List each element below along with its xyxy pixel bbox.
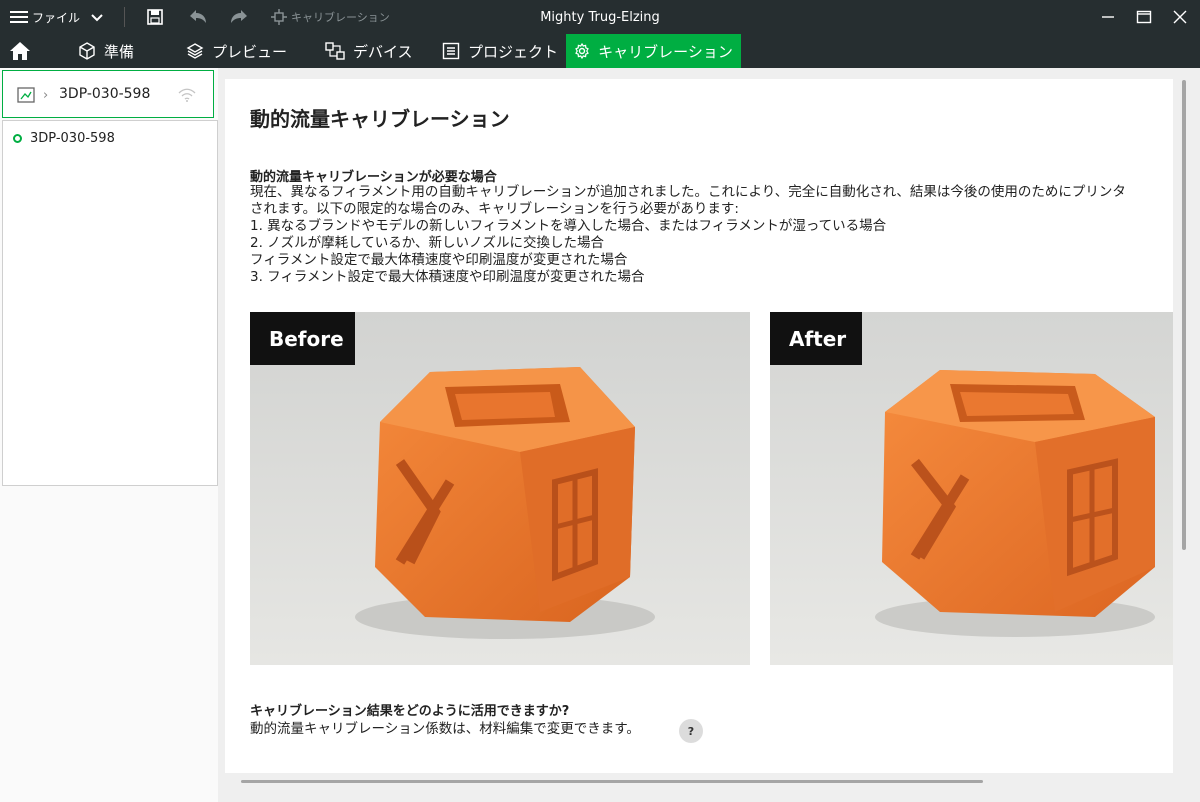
body-line: 現在、異なるフィラメント用の自動キャリブレーションが追加されました。これにより、… [250,184,1126,200]
list-item[interactable]: 3DP-030-598 [13,131,115,146]
home-icon[interactable] [8,34,32,68]
wifi-icon [178,88,196,102]
calibration-content: 動的流量キャリブレーション 動的流量キャリブレーションが必要な場合 現在、異なる… [225,79,1173,773]
after-image: After [770,312,1173,665]
body-line: 3. フィラメント設定で最大体積速度や印刷温度が変更された場合 [250,269,645,285]
toolbar-divider [124,7,125,27]
maximize-icon[interactable] [1134,0,1154,34]
tab-calibration[interactable]: キャリブレーション [566,34,741,68]
horizontal-scrollbar[interactable] [241,780,983,783]
body-line: 動的流量キャリブレーション係数は、材料編集で変更できます。 [250,721,640,737]
device-list-item-name: 3DP-030-598 [30,131,115,146]
file-menu-button[interactable]: ファイル [10,0,80,34]
tab-prepare[interactable]: 準備 [78,34,134,68]
printer-icon [17,87,35,103]
tab-project[interactable]: プロジェクト [442,34,558,68]
before-label: Before [250,312,355,365]
gear-icon [575,43,589,59]
hamburger-icon [10,10,28,24]
calibration-shortcut[interactable]: キャリブレーション [271,0,390,34]
vertical-scrollbar[interactable] [1182,80,1186,550]
project-icon [442,42,460,60]
minimize-icon[interactable] [1100,0,1116,34]
device-icon [325,42,345,60]
title-bar: ファイル キャリブレーション Mighty Trug-Elzing [0,0,1200,34]
cube-icon [79,42,95,60]
status-dot-icon [13,134,22,143]
section-title-usage: キャリブレーション結果をどのように活用できますか? [250,704,570,719]
tab-preview-label: プレビュー [212,42,288,61]
tab-device-label: デバイス [353,42,413,61]
chevron-down-icon[interactable] [90,0,104,34]
tab-calibration-label: キャリブレーション [598,42,733,61]
layers-icon [186,43,204,59]
page-title: 動的流量キャリブレーション [250,107,510,131]
section-title-when: 動的流量キャリブレーションが必要な場合 [250,170,497,185]
save-icon[interactable] [146,0,164,34]
window-title: Mighty Trug-Elzing [540,9,660,25]
before-image: Before [250,312,750,665]
selected-device-name: 3DP-030-598 [59,86,151,102]
undo-icon[interactable] [188,0,208,34]
device-panel: › 3DP-030-598 3DP-030-598 [0,68,218,802]
close-icon[interactable] [1170,0,1190,34]
body-line: フィラメント設定で最大体積速度や印刷温度が変更された場合 [250,252,628,268]
tab-preview[interactable]: プレビュー [186,34,287,68]
file-menu-label: ファイル [32,10,81,25]
device-list: 3DP-030-598 [2,120,218,486]
tab-device[interactable]: デバイス [325,34,413,68]
chevron-right-icon: › [43,88,49,103]
body-line: されます。以下の限定的な場合のみ、キャリブレーションを行う必要があります: [250,201,739,217]
calibration-shortcut-label: キャリブレーション [291,11,390,24]
tab-prepare-label: 準備 [104,42,135,61]
body-line: 1. 異なるブランドやモデルの新しいフィラメントを導入した場合、またはフィラメン… [250,218,887,234]
main-tab-bar: 準備 プレビュー デバイス プロジェクト キャリブレーション [0,34,1200,68]
after-label: After [770,312,862,365]
body-line: 2. ノズルが摩耗しているか、新しいノズルに交換した場合 [250,235,604,251]
calibration-icon [271,9,287,25]
device-selector[interactable]: › 3DP-030-598 [2,70,214,118]
tab-project-label: プロジェクト [468,42,559,61]
redo-icon[interactable] [229,0,249,34]
help-button[interactable]: ? [679,719,703,743]
